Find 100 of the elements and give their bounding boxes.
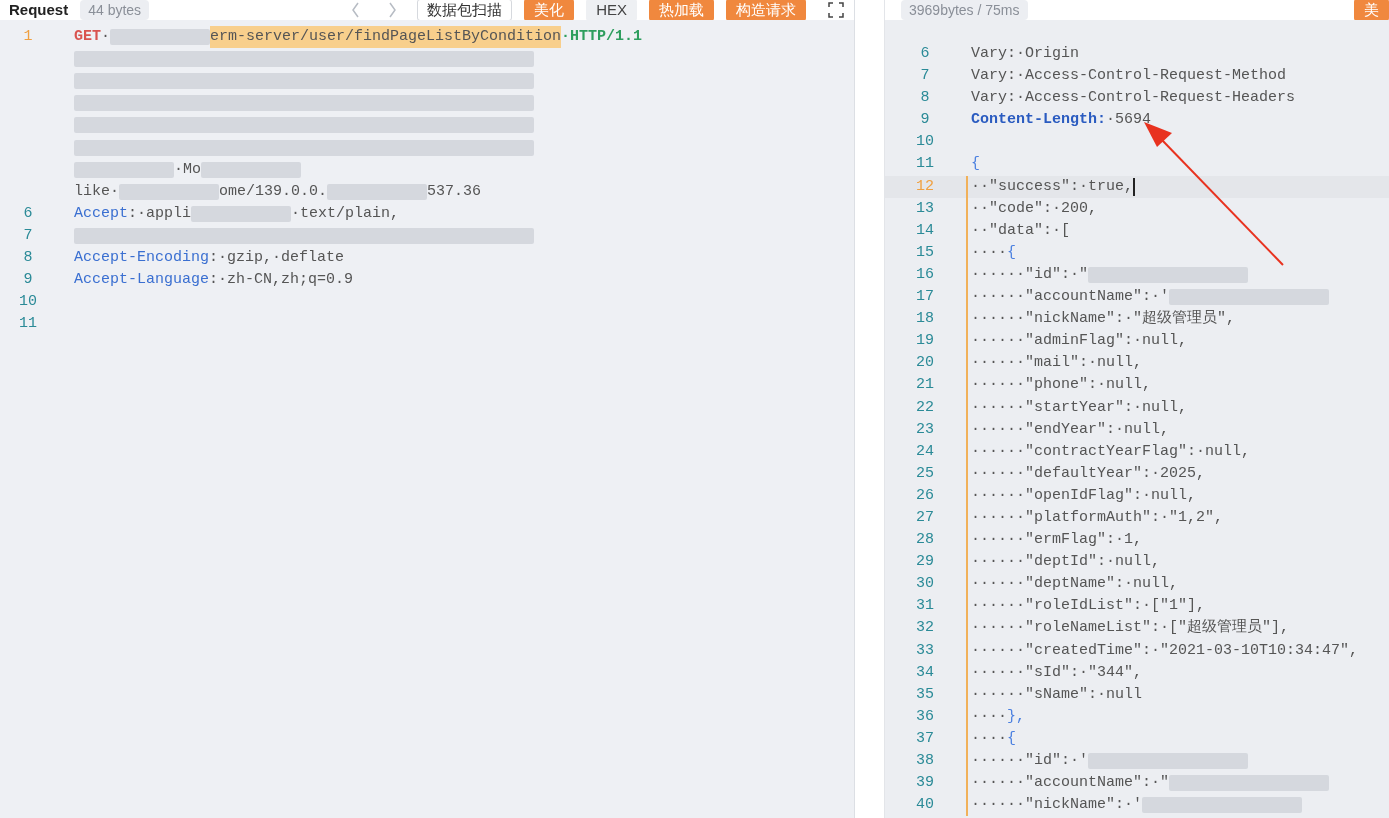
toolbar-button[interactable]: 构造请求 — [726, 0, 806, 21]
code-text: ·5694 — [1106, 110, 1152, 131]
toolbar-button[interactable]: 数据包扫描 — [417, 0, 513, 21]
line-number: 40 — [915, 795, 935, 816]
line-number: 34 — [915, 662, 935, 683]
line-number: 27 — [915, 507, 935, 528]
line-number: 14 — [915, 220, 935, 241]
code-text: ······"id":·' — [971, 751, 1089, 771]
code-text: ······"openIdFlag":·null, — [971, 485, 1197, 506]
code-text: ···· — [971, 706, 1007, 727]
code-text: · — [101, 27, 111, 47]
line-number: 7 — [919, 66, 931, 87]
line-number: 35 — [915, 684, 935, 705]
line-number: 38 — [915, 751, 935, 771]
code-text: ······"sName":·null — [971, 684, 1143, 705]
code-text: ······"nickName":·' — [971, 795, 1143, 816]
code-text: erm-server/user/findPageListByCondition — [210, 26, 562, 49]
code-text: }, — [1007, 706, 1026, 727]
line-number: 6 — [22, 203, 34, 224]
line-number: 19 — [915, 331, 935, 352]
line-number: 32 — [915, 618, 935, 639]
code-text: ··"code":·200, — [971, 198, 1098, 219]
line-number: 31 — [915, 596, 935, 617]
line-number: 28 — [915, 530, 935, 551]
line-number: 6 — [919, 44, 931, 64]
code-text: Vary:·Access-Control-Request-Headers — [971, 88, 1296, 109]
line-number: 33 — [915, 640, 935, 661]
line-number: 15 — [915, 242, 935, 263]
code-text: ······"contractYearFlag":·null, — [971, 441, 1251, 462]
code-text: ······"accountName":·' — [971, 287, 1170, 308]
size-badge: 3969bytes / 75ms — [901, 0, 1028, 20]
code-text: ······"nickName":·"超级管理员", — [971, 309, 1236, 330]
line-number: 22 — [915, 397, 935, 418]
code-text: :·gzip,·deflate — [209, 247, 345, 268]
code-text: Accept-Language — [74, 270, 210, 291]
line-number: 21 — [915, 375, 935, 396]
code-text: GET — [74, 27, 101, 47]
line-number: 10 — [18, 292, 38, 313]
code-text: Accept-Encoding — [74, 247, 210, 268]
line-number: 11 — [18, 314, 38, 335]
line-number: 39 — [915, 773, 935, 794]
code-text: ·HTTP/1.1 — [561, 27, 643, 47]
line-number: 9 — [22, 270, 34, 291]
code-text: ······"mail":·null, — [971, 353, 1143, 374]
chevron-left-icon[interactable] — [351, 2, 361, 18]
line-number: 26 — [915, 485, 935, 506]
code-text: ···· — [971, 242, 1007, 263]
code-text: ······"phone":·null, — [971, 375, 1152, 396]
line-number: 13 — [915, 198, 935, 219]
code-text: Vary:·Access-Control-Request-Method — [971, 66, 1287, 87]
line-number: 1 — [22, 27, 34, 47]
code-text: ······"deptName":·null, — [971, 574, 1179, 595]
code-text: Content-Length: — [971, 110, 1107, 131]
line-number: 18 — [915, 309, 935, 330]
line-number: 37 — [915, 728, 935, 749]
code-text: ······"deptId":·null, — [971, 552, 1161, 573]
code-text: ···· — [971, 728, 1007, 749]
code-text: ······"id":·" — [971, 264, 1089, 285]
chevron-right-icon[interactable] — [388, 2, 398, 18]
code-text: ······"accountName":·" — [971, 773, 1170, 794]
line-number: 17 — [915, 287, 935, 308]
line-number: 10 — [915, 132, 935, 153]
line-number: 25 — [915, 463, 935, 484]
line-number: 11 — [915, 154, 935, 175]
toolbar-button[interactable]: HEX — [586, 0, 637, 21]
code-text: ······"defaultYear":·2025, — [971, 463, 1206, 484]
code-text: ·text/plain, — [291, 203, 400, 224]
code-text: ······"sId":·"344", — [971, 662, 1143, 683]
code-text: ······"roleNameList":·["超级管理员"], — [971, 618, 1290, 639]
fullscreen-icon[interactable] — [828, 2, 844, 18]
toolbar-button[interactable]: 热加载 — [649, 0, 714, 21]
code-text: ······"roleIdList":·["1"], — [971, 596, 1206, 617]
code-text: 537.36 — [427, 181, 482, 202]
code-text: :·appli — [128, 203, 192, 224]
code-text: ······"platformAuth":·"1,2", — [971, 507, 1224, 528]
code-text: ······"adminFlag":·null, — [971, 331, 1188, 352]
code-text: ··"data":·[ — [971, 220, 1071, 241]
code-text: ome/139.0.0. — [219, 181, 328, 202]
code-text: Vary:·Origin — [971, 44, 1080, 64]
code-text: { — [971, 154, 980, 175]
line-number: 23 — [915, 419, 935, 440]
code-text: like· — [74, 181, 119, 202]
code-text: Accept — [74, 203, 128, 224]
code-text: ······"createdTime":·"2021-03-10T10:34:47", — [971, 640, 1359, 661]
line-number: 8 — [919, 88, 931, 109]
size-badge: 44 bytes — [80, 0, 150, 20]
text-cursor — [1133, 177, 1136, 196]
line-number: 30 — [915, 574, 935, 595]
line-number: 9 — [919, 110, 931, 131]
code-text: { — [1007, 728, 1017, 749]
code-text: { — [1007, 242, 1017, 263]
line-number: 7 — [22, 225, 34, 246]
line-number: 8 — [22, 247, 34, 268]
line-number: 20 — [915, 353, 935, 374]
code-text: ······"endYear":·null, — [971, 419, 1170, 440]
line-number: 29 — [915, 552, 935, 573]
code-text: :·zh-CN,zh;q=0.9 — [209, 270, 354, 291]
line-number: 24 — [915, 441, 935, 462]
toolbar-button[interactable]: 美 — [1354, 0, 1389, 21]
toolbar-button[interactable]: 美化 — [524, 0, 575, 21]
